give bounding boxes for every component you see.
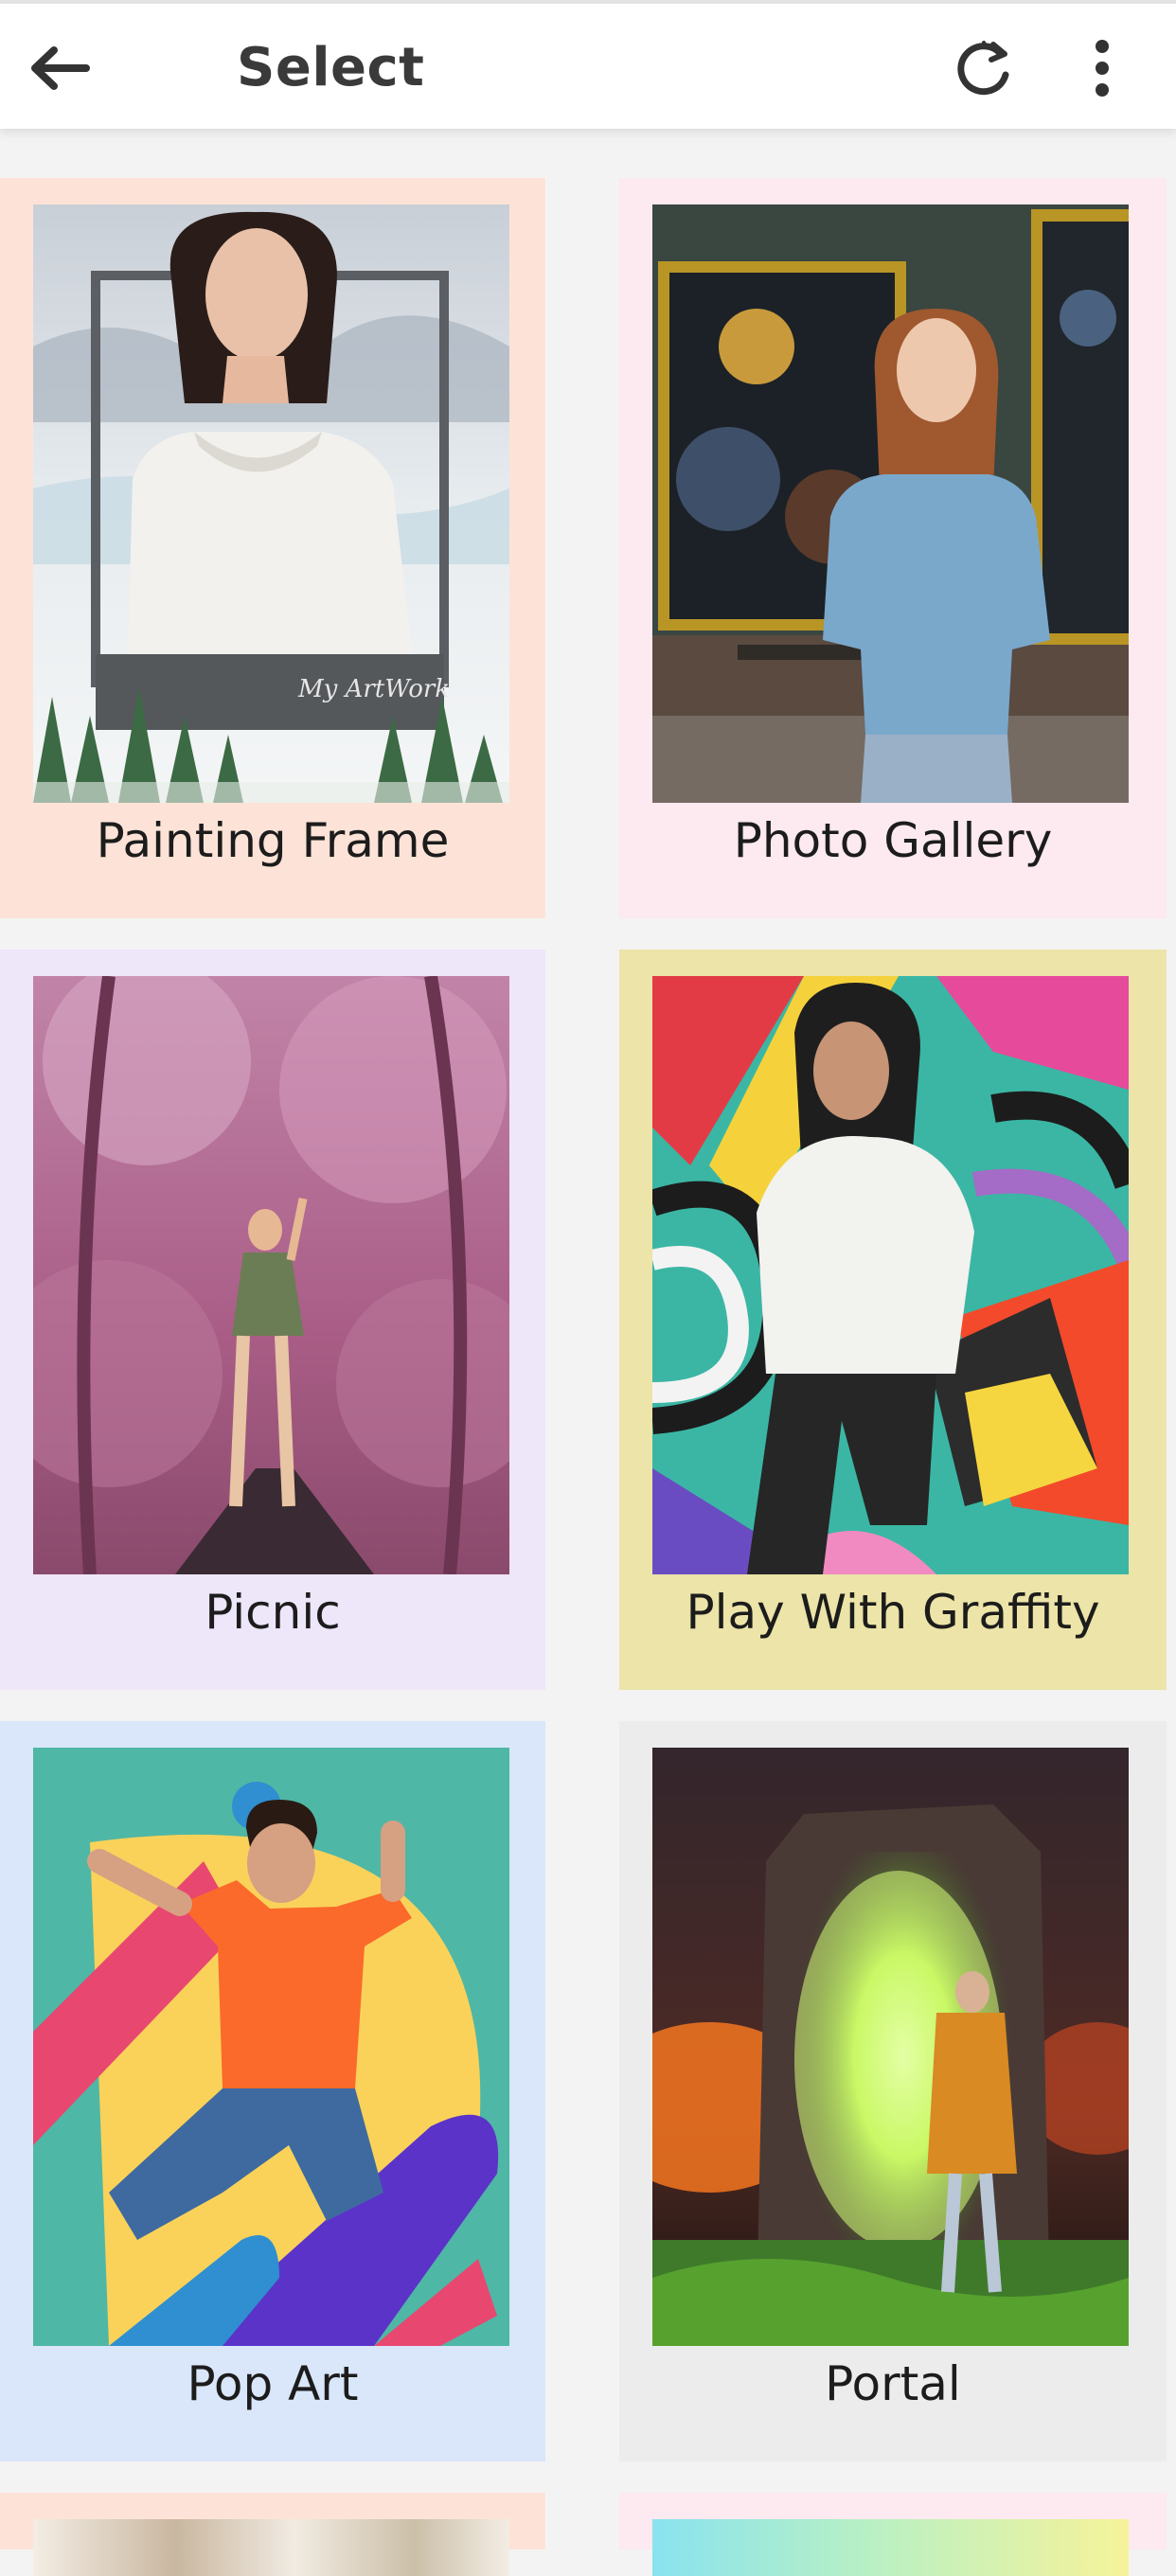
template-card-photo-gallery[interactable]: Photo Gallery xyxy=(619,178,1167,918)
template-thumbnail xyxy=(33,2519,509,2576)
app-bar: Select xyxy=(0,0,1176,129)
template-card-partial-right[interactable] xyxy=(619,2493,1167,2576)
template-card-pop-art[interactable]: Pop Art xyxy=(0,1721,545,2461)
page-title: Select xyxy=(237,37,425,98)
more-vertical-icon xyxy=(1096,40,1109,97)
arrow-left-icon xyxy=(31,46,90,90)
template-card-play-with-graffity[interactable]: Play With Graffity xyxy=(619,950,1167,1690)
template-label: Painting Frame xyxy=(96,813,450,868)
template-thumbnail xyxy=(652,204,1129,803)
template-thumbnail xyxy=(33,976,509,1574)
template-card-portal[interactable]: Portal xyxy=(619,1721,1167,2461)
template-thumbnail xyxy=(652,976,1129,1574)
template-label: Portal xyxy=(825,2356,961,2411)
back-button[interactable] xyxy=(19,28,98,108)
refresh-button[interactable] xyxy=(943,28,1023,108)
template-card-painting-frame[interactable]: My ArtWork Painting Frame xyxy=(0,178,545,918)
more-options-button[interactable] xyxy=(1064,28,1140,108)
refresh-icon xyxy=(957,41,1009,96)
template-thumbnail xyxy=(652,2519,1129,2576)
template-card-picnic[interactable]: Picnic xyxy=(0,950,545,1690)
template-label: Picnic xyxy=(205,1585,341,1640)
template-card-partial-left[interactable] xyxy=(0,2493,545,2576)
template-label: Photo Gallery xyxy=(733,813,1053,868)
svg-text:My ArtWork: My ArtWork xyxy=(297,675,450,703)
template-thumbnail: My ArtWork xyxy=(33,204,509,803)
template-thumbnail xyxy=(652,1748,1129,2346)
template-label: Play With Graffity xyxy=(686,1585,1100,1640)
template-label: Pop Art xyxy=(187,2356,359,2411)
template-thumbnail xyxy=(33,1748,509,2346)
